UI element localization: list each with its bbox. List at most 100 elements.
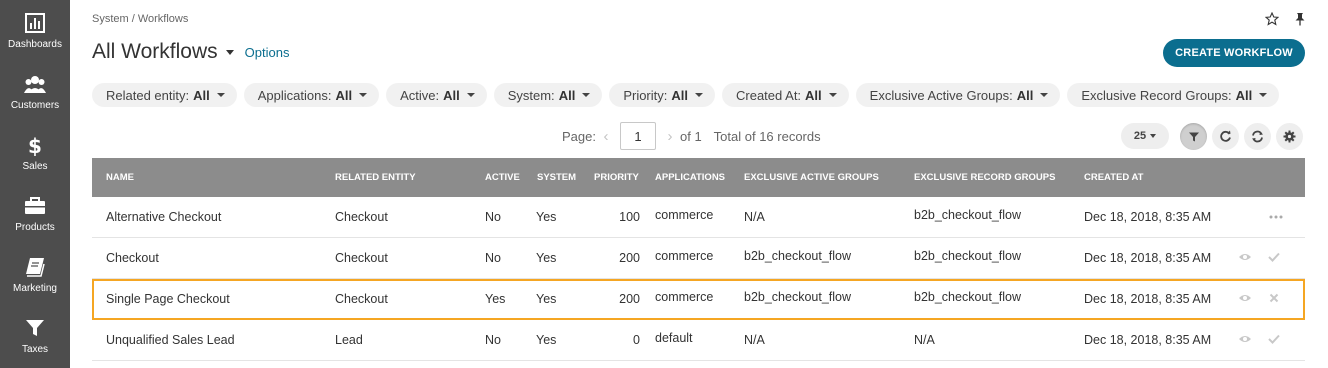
filter-priority[interactable]: Priority: All	[609, 83, 715, 107]
filter-related-entity[interactable]: Related entity: All	[92, 83, 237, 107]
column-header-active[interactable]: ACTIVE	[485, 158, 520, 197]
svg-text:$: $	[28, 134, 42, 156]
grid-settings-button[interactable]	[1276, 123, 1303, 150]
filter-created-at[interactable]: Created At: All	[722, 83, 849, 107]
table-row[interactable]: Checkout Checkout No Yes 200 commerce b2…	[92, 238, 1305, 279]
filter-exclusive-active-groups[interactable]: Exclusive Active Groups: All	[855, 83, 1061, 107]
sidebar-item-marketing[interactable]: Marketing	[0, 244, 70, 305]
table-row-highlighted[interactable]: Single Page Checkout Checkout Yes Yes 20…	[92, 279, 1305, 320]
filter-label: Applications:	[257, 87, 332, 103]
view-icon[interactable]	[1238, 334, 1252, 344]
view-icon[interactable]	[1238, 252, 1252, 262]
breadcrumb: System / Workflows	[92, 13, 189, 25]
cell-name: Single Page Checkout	[106, 292, 230, 306]
page-title: All Workflows	[92, 40, 218, 63]
filter-value: All	[193, 87, 210, 103]
filter-value: All	[1016, 87, 1034, 103]
briefcase-icon	[25, 197, 45, 214]
filter-label: Created At:	[736, 87, 802, 103]
filter-value: All	[335, 87, 353, 103]
chevron-down-icon	[359, 93, 368, 97]
cell-active: No	[485, 251, 501, 265]
table-row[interactable]: Alternative Checkout Checkout No Yes 100…	[92, 197, 1305, 238]
activate-icon[interactable]	[1268, 252, 1280, 262]
page-number-input[interactable]	[619, 122, 656, 150]
cell-related-entity: Checkout	[335, 251, 388, 265]
reset-icon	[1220, 130, 1231, 142]
filter-label: Exclusive Record Groups:	[1081, 87, 1232, 103]
filter-label: Exclusive Active Groups:	[869, 87, 1013, 103]
filter-applications[interactable]: Applications: All	[243, 83, 380, 107]
column-header-priority[interactable]: PRIORITY	[594, 158, 639, 197]
cell-created-at: Dec 18, 2018, 8:35 AM	[1084, 210, 1212, 224]
column-header-exclusive-record-groups[interactable]: EXCLUSIVE RECORD GROUPS	[914, 158, 1055, 197]
cell-exclusive-record-groups: b2b_checkout_flow	[914, 208, 1022, 222]
sidebar-item-sales[interactable]: $ Sales	[0, 122, 70, 183]
column-header-related-entity[interactable]: RELATED ENTITY	[335, 158, 416, 197]
cell-system: Yes	[536, 333, 557, 347]
chevron-down-icon	[828, 93, 837, 97]
cell-exclusive-record-groups: N/A	[914, 333, 935, 347]
sidebar-item-customers[interactable]: Customers	[0, 61, 70, 122]
sidebar-item-label: Customers	[10, 100, 60, 111]
filter-value: All	[805, 87, 822, 103]
cell-exclusive-active-groups: b2b_checkout_flow	[744, 290, 852, 304]
page-size-select[interactable]: 25	[1121, 123, 1169, 149]
star-icon[interactable]	[1265, 12, 1279, 26]
page-count: of 1	[679, 128, 702, 144]
chevron-down-icon	[1040, 93, 1049, 97]
sidebar-item-taxes[interactable]: Taxes	[0, 305, 70, 366]
column-header-applications[interactable]: APPLICATIONS	[655, 158, 725, 197]
cell-exclusive-active-groups: b2b_checkout_flow	[744, 249, 852, 263]
cell-applications: commerce	[655, 249, 714, 263]
table-header: NAME RELATED ENTITY ACTIVE SYSTEM PRIORI…	[92, 158, 1305, 197]
filter-value: All	[443, 87, 460, 103]
filter-system[interactable]: System: All	[493, 83, 603, 107]
main-sidebar: Dashboards Customers $ Sales Products Ma…	[0, 0, 70, 368]
cell-created-at: Dec 18, 2018, 8:35 AM	[1084, 251, 1212, 265]
table-row[interactable]: Unqualified Sales Lead Lead No Yes 0 def…	[92, 320, 1305, 361]
refresh-button[interactable]	[1244, 123, 1271, 150]
reset-button[interactable]	[1212, 123, 1239, 150]
cell-related-entity: Checkout	[335, 210, 388, 224]
chevron-down-icon	[466, 93, 475, 97]
chevron-down-icon	[1150, 134, 1157, 138]
deactivate-icon[interactable]	[1269, 293, 1279, 303]
filter-toggle-button[interactable]	[1180, 123, 1207, 150]
column-header-system[interactable]: SYSTEM	[537, 158, 576, 197]
filter-exclusive-record-groups[interactable]: Exclusive Record Groups: All	[1067, 83, 1280, 107]
sidebar-item-dashboards[interactable]: Dashboards	[0, 0, 70, 61]
filter-bar: Related entity: All Applications: All Acti…	[92, 83, 1280, 107]
filter-label: System:	[507, 87, 555, 103]
dashboard-icon	[25, 13, 45, 33]
cell-active: No	[485, 333, 501, 347]
column-header-exclusive-active-groups[interactable]: EXCLUSIVE ACTIVE GROUPS	[744, 158, 879, 197]
cell-exclusive-active-groups: N/A	[744, 210, 765, 224]
gear-icon	[1283, 130, 1296, 143]
page-size-value: 25	[1133, 130, 1147, 142]
book-icon	[26, 258, 45, 277]
cell-applications: default	[655, 331, 693, 345]
cell-related-entity: Lead	[335, 333, 363, 347]
options-link[interactable]: Options	[245, 45, 290, 60]
previous-page-icon[interactable]: ‹	[596, 128, 616, 145]
more-actions-icon[interactable]	[1269, 214, 1283, 220]
column-header-created-at[interactable]: CREATED AT	[1084, 158, 1143, 197]
filter-value: All	[558, 87, 576, 103]
chevron-down-icon	[216, 93, 225, 97]
filter-active[interactable]: Active: All	[386, 83, 487, 107]
column-header-name[interactable]: NAME	[106, 158, 134, 197]
activate-icon[interactable]	[1268, 334, 1280, 344]
sidebar-item-label: Sales	[22, 161, 48, 172]
sidebar-item-products[interactable]: Products	[0, 183, 70, 244]
cell-priority: 0	[633, 333, 640, 347]
create-workflow-button[interactable]: CREATE WORKFLOW	[1163, 39, 1305, 67]
next-page-icon[interactable]: ›	[660, 128, 680, 145]
view-icon[interactable]	[1238, 293, 1252, 303]
cell-active: No	[485, 210, 501, 224]
sidebar-item-label: Taxes	[21, 344, 49, 355]
pin-icon[interactable]	[1294, 12, 1306, 26]
cell-applications: commerce	[655, 208, 714, 222]
chevron-down-icon	[695, 93, 703, 97]
title-dropdown-caret-icon[interactable]	[225, 49, 234, 55]
